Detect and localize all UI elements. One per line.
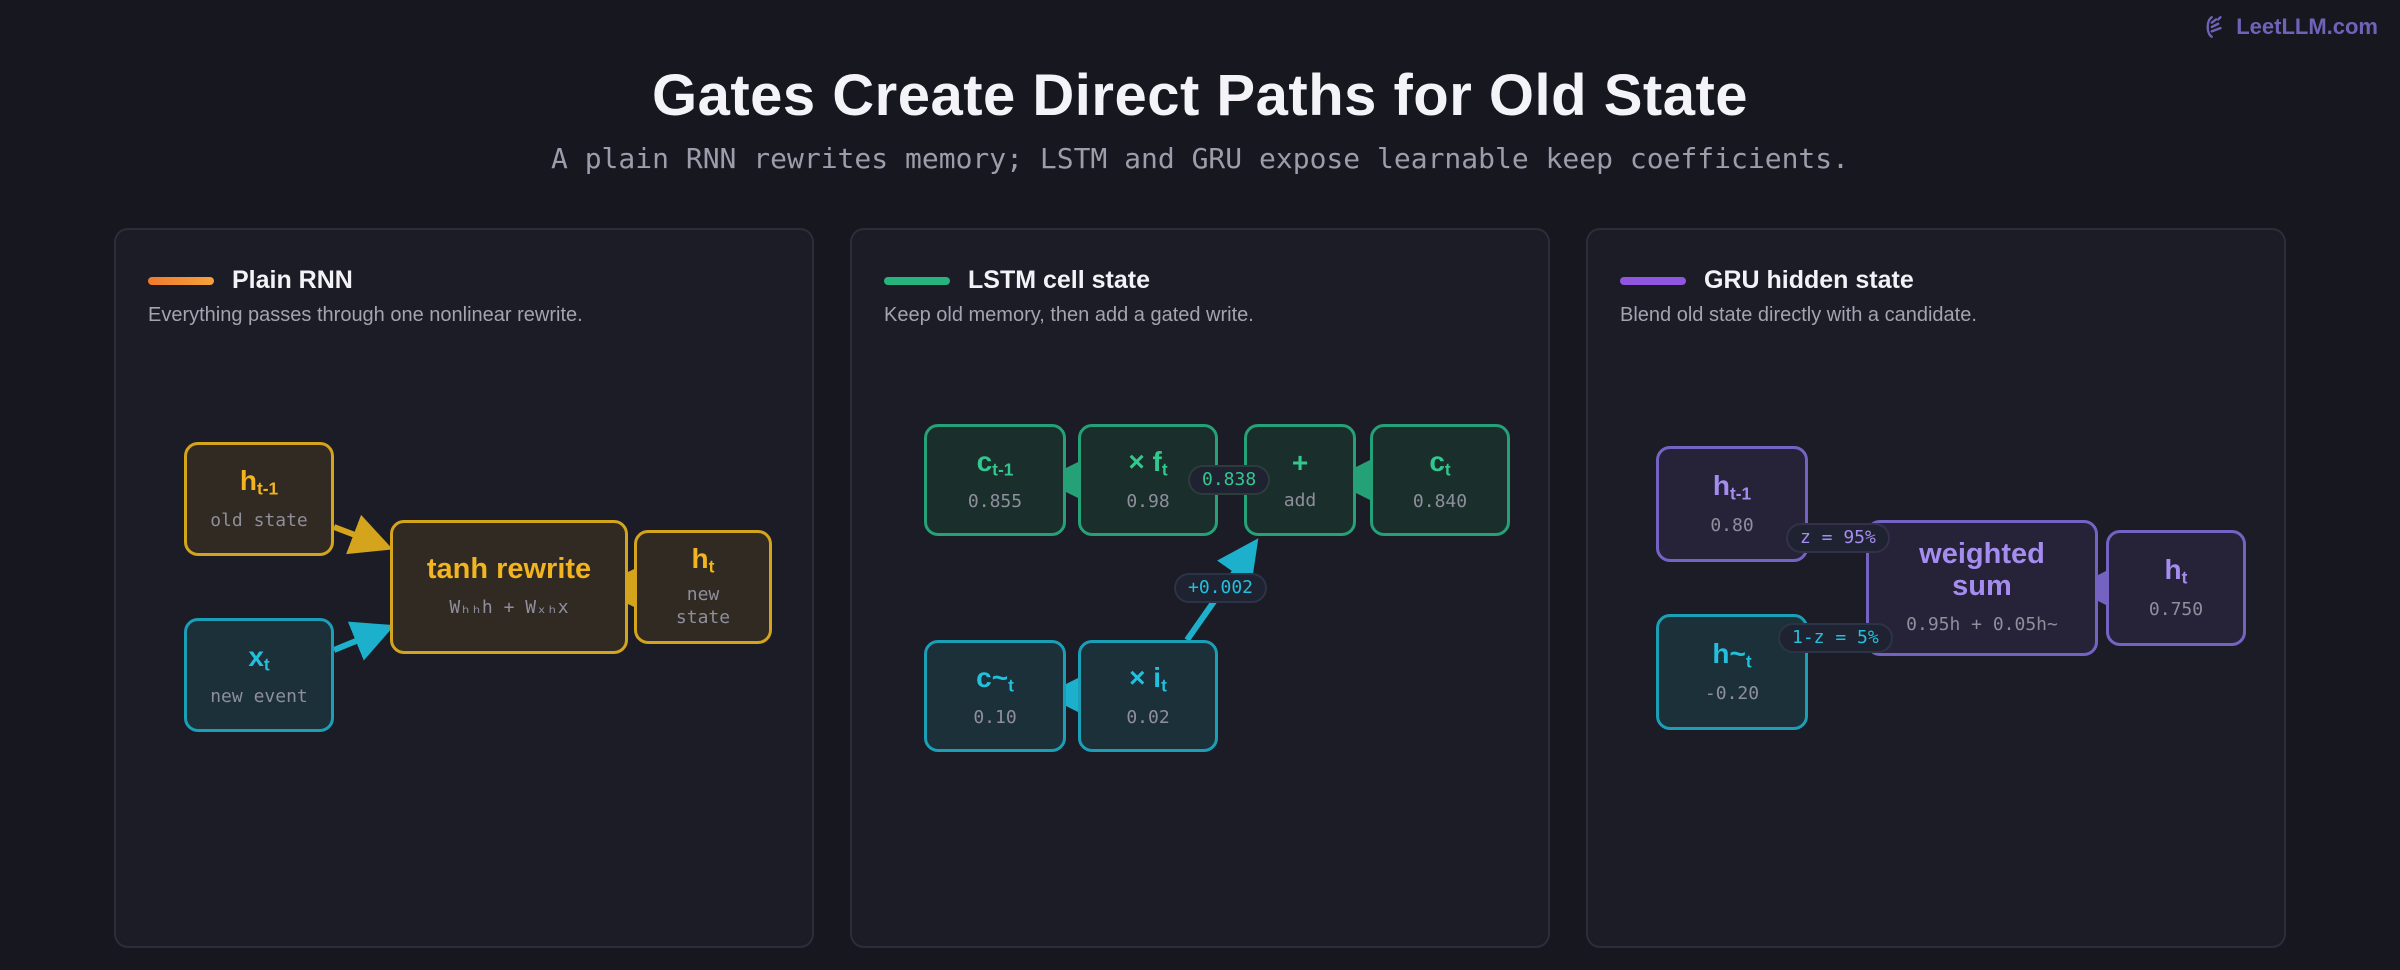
node-c-t: ct 0.840 bbox=[1370, 424, 1510, 536]
node-x-t: xt new event bbox=[184, 618, 334, 732]
node-c-prev: ct-1 0.855 bbox=[924, 424, 1066, 536]
brand-logo-icon bbox=[2206, 16, 2222, 38]
node-h-t: ht 0.750 bbox=[2106, 530, 2246, 646]
panel-title: GRU hidden state bbox=[1704, 266, 1914, 294]
panel-subtitle: Blend old state directly with a candidat… bbox=[1620, 304, 1977, 326]
panel-subtitle: Keep old memory, then add a gated write. bbox=[884, 304, 1254, 326]
panel-accent-bar bbox=[1620, 276, 1686, 285]
page-subtitle: A plain RNN rewrites memory; LSTM and GR… bbox=[550, 142, 1850, 175]
pill-write-value: +0.002 bbox=[1174, 573, 1268, 603]
node-c-tilde: c~t 0.10 bbox=[924, 640, 1066, 752]
panel-accent-bar bbox=[884, 276, 950, 285]
node-h-prev: ht-1 old state bbox=[184, 442, 334, 556]
brand-logo[interactable]: LeetLLM.com bbox=[2202, 14, 2378, 40]
node-weighted-sum: weighted sum 0.95h + 0.05h~ bbox=[1866, 520, 2098, 656]
node-h-t: ht new state bbox=[634, 530, 772, 644]
panel-title: LSTM cell state bbox=[968, 266, 1150, 294]
node-h-prev: ht-1 0.80 bbox=[1656, 446, 1808, 562]
panel-title: Plain RNN bbox=[232, 266, 353, 294]
page-title: Gates Create Direct Paths for Old State bbox=[651, 63, 1749, 128]
node-input-gate: × it 0.02 bbox=[1078, 640, 1218, 752]
panel-subtitle: Everything passes through one nonlinear … bbox=[148, 304, 583, 326]
node-tanh-rewrite: tanh rewrite Wₕₕh + Wₓₕx bbox=[390, 520, 628, 654]
panel-accent-bar bbox=[148, 276, 214, 285]
pill-one-minus-z: 1-z = 5% bbox=[1778, 623, 1893, 653]
pill-z-gate: z = 95% bbox=[1786, 523, 1890, 553]
pill-keep-value: 0.838 bbox=[1188, 465, 1271, 495]
brand-text: LeetLLM.com bbox=[2236, 14, 2378, 39]
